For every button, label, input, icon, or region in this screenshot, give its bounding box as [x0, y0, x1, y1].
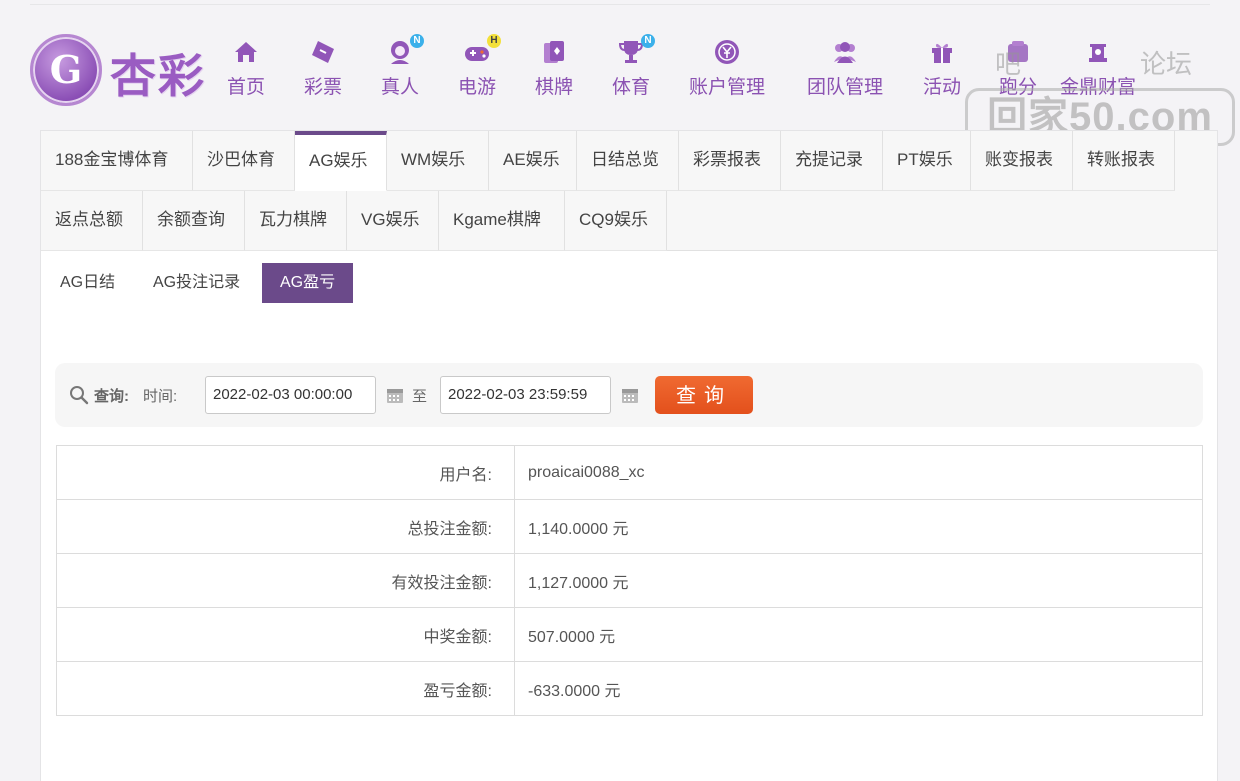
- subtab-ag-profit-loss[interactable]: AG盈亏: [262, 263, 354, 303]
- tab-cq9-entertainment[interactable]: CQ9娱乐: [565, 191, 667, 251]
- nav-activity[interactable]: 活动: [922, 38, 962, 102]
- logo[interactable]: G 杏彩: [30, 34, 220, 108]
- tab-188jbb-sports[interactable]: 188金宝博体育: [41, 131, 193, 191]
- home-icon: [232, 38, 260, 66]
- row-label: 盈亏金额:: [56, 661, 515, 716]
- live-dealer-icon: N: [386, 34, 424, 66]
- row-value: -633.0000 元: [514, 661, 1203, 716]
- nav-wealth[interactable]: 金鼎财富: [1058, 38, 1138, 102]
- nav-label: 首页: [226, 77, 265, 98]
- row-value: 507.0000 元: [514, 607, 1203, 662]
- search-bar: 查询: 时间: 2022-02-03 00:00:00 至 2022-02-03…: [55, 363, 1203, 427]
- row-value: 1,127.0000 元: [514, 553, 1203, 608]
- search-icon: [69, 385, 89, 405]
- query-label: 查询:: [94, 388, 129, 405]
- nav-label: 团队管理: [806, 77, 883, 98]
- tab-vg-entertainment[interactable]: VG娱乐: [347, 191, 439, 251]
- logo-mark: G: [30, 34, 102, 106]
- tab-deposit-withdraw[interactable]: 充提记录: [781, 131, 883, 191]
- watermark-text: 论坛: [1140, 49, 1193, 79]
- tab-balance-change[interactable]: 账变报表: [971, 131, 1073, 191]
- query-button[interactable]: 查询: [655, 376, 753, 414]
- end-time-input[interactable]: 2022-02-03 23:59:59: [440, 376, 611, 414]
- row-value: proaicai0088_xc: [514, 445, 1203, 500]
- nav-label: 体育: [611, 77, 650, 98]
- trophy-icon: N: [617, 34, 655, 66]
- tab-lottery-report[interactable]: 彩票报表: [679, 131, 781, 191]
- tab-daily-overview[interactable]: 日结总览: [577, 131, 679, 191]
- logo-text: 杏彩: [110, 49, 206, 103]
- nav-team[interactable]: 团队管理: [805, 38, 885, 102]
- profit-loss-table: 用户名: proaicai0088_xc 总投注金额: 1,140.0000 元…: [56, 445, 1203, 716]
- table-row: 盈亏金额: -633.0000 元: [56, 661, 1203, 716]
- tab-kgame-chess[interactable]: Kgame棋牌: [439, 191, 565, 251]
- nav-sports[interactable]: N 体育: [611, 34, 655, 102]
- report-panel: 188金宝博体育 沙巴体育 AG娱乐 WM娱乐 AE娱乐 日结总览 彩票报表 充…: [40, 130, 1218, 781]
- row-label: 有效投注金额:: [56, 553, 515, 608]
- tab-balance-query[interactable]: 余额查询: [143, 191, 245, 251]
- nav-chess[interactable]: 棋牌: [534, 38, 574, 102]
- tab-ag-entertainment[interactable]: AG娱乐: [295, 131, 387, 191]
- row-value: 1,140.0000 元: [514, 499, 1203, 554]
- nav-label: 跑分: [998, 77, 1037, 98]
- report-tabs: 188金宝博体育 沙巴体育 AG娱乐 WM娱乐 AE娱乐 日结总览 彩票报表 充…: [41, 131, 1217, 251]
- nav-account[interactable]: 账户管理: [687, 38, 767, 102]
- table-row: 总投注金额: 1,140.0000 元: [56, 499, 1203, 554]
- new-badge: N: [641, 34, 655, 48]
- hot-badge: H: [487, 34, 501, 48]
- row-label: 中奖金额:: [56, 607, 515, 662]
- row-label: 总投注金额:: [56, 499, 515, 554]
- calendar-icon[interactable]: [386, 386, 404, 404]
- nav-label: 棋牌: [534, 77, 573, 98]
- subtab-ag-daily[interactable]: AG日结: [55, 263, 120, 303]
- table-row: 有效投注金额: 1,127.0000 元: [56, 553, 1203, 608]
- cards-icon: [540, 38, 568, 66]
- to-label: 至: [412, 388, 428, 405]
- header: G 杏彩 首页 彩票 N 真人 H 电游 棋牌 N 体育 账户管理 团队管理 活…: [0, 0, 1240, 146]
- tab-wali-chess[interactable]: 瓦力棋牌: [245, 191, 347, 251]
- new-badge: N: [410, 34, 424, 48]
- tab-transfer-report[interactable]: 转账报表: [1073, 131, 1175, 191]
- wealth-icon: [1084, 38, 1112, 66]
- logo-letter: G: [49, 47, 83, 92]
- nav-lottery[interactable]: 彩票: [303, 38, 343, 102]
- tab-wm-entertainment[interactable]: WM娱乐: [387, 131, 489, 191]
- tab-rebate-total[interactable]: 返点总额: [41, 191, 143, 251]
- table-row: 中奖金额: 507.0000 元: [56, 607, 1203, 662]
- row-label: 用户名:: [56, 445, 515, 500]
- table-row: 用户名: proaicai0088_xc: [56, 445, 1203, 500]
- tab-saba-sports[interactable]: 沙巴体育: [193, 131, 295, 191]
- coin-icon: [713, 38, 741, 66]
- gamepad-icon: H: [463, 34, 501, 66]
- nav-label: 彩票: [303, 77, 342, 98]
- nav-live[interactable]: N 真人: [380, 34, 424, 102]
- nav-label: 金鼎财富: [1059, 77, 1136, 98]
- ticket-icon: [309, 38, 337, 66]
- nav-run[interactable]: 跑分: [998, 38, 1038, 102]
- start-time-input[interactable]: 2022-02-03 00:00:00: [205, 376, 376, 414]
- nav-label: 活动: [922, 77, 961, 98]
- subtab-ag-bet-records[interactable]: AG投注记录: [148, 263, 245, 303]
- nav-label: 电游: [457, 77, 496, 98]
- nav-label: 真人: [380, 77, 419, 98]
- calendar-icon[interactable]: [621, 386, 639, 404]
- run-icon: [1004, 38, 1032, 66]
- time-label: 时间:: [143, 388, 178, 405]
- nav-home[interactable]: 首页: [226, 38, 266, 102]
- team-icon: [831, 38, 859, 66]
- tab-ae-entertainment[interactable]: AE娱乐: [489, 131, 577, 191]
- nav-egames[interactable]: H 电游: [457, 34, 501, 102]
- gift-icon: [928, 38, 956, 66]
- tab-pt-entertainment[interactable]: PT娱乐: [883, 131, 971, 191]
- nav-label: 账户管理: [688, 77, 765, 98]
